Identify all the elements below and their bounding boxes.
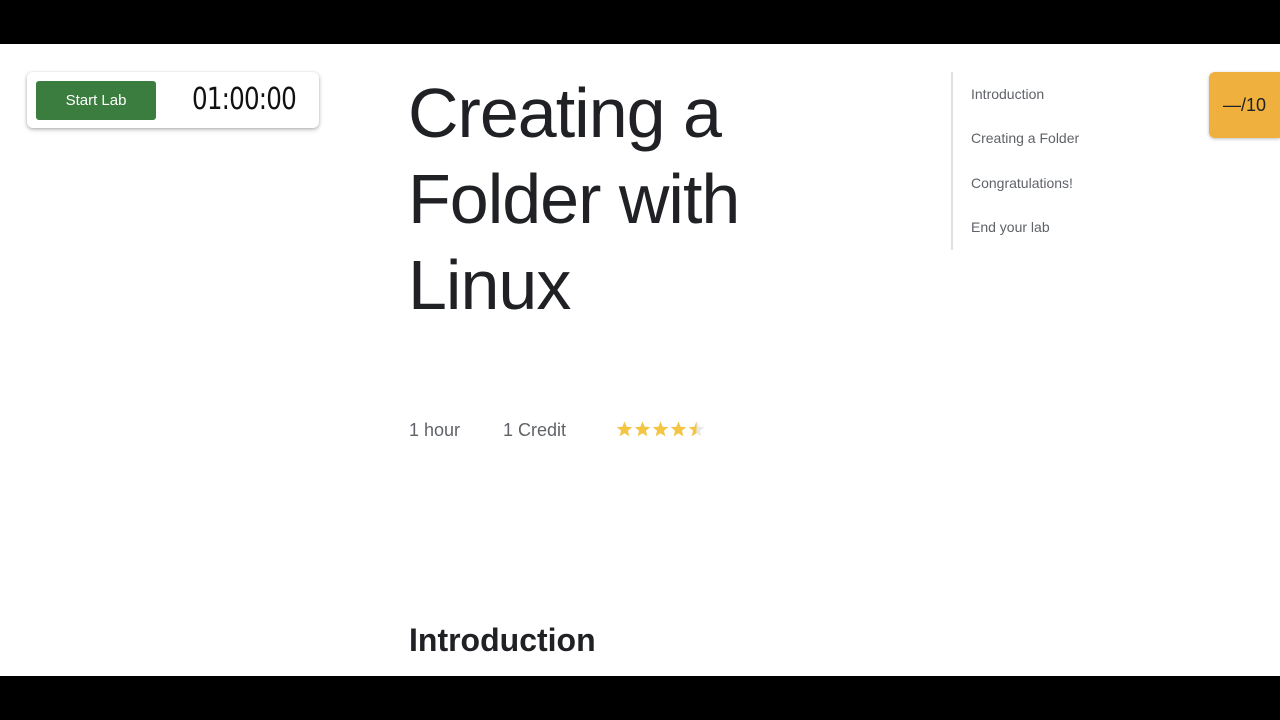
star-full-icon [652,420,669,438]
lab-rating [616,420,705,440]
letterbox-bottom [0,676,1280,720]
star-half-icon [688,420,705,438]
lab-timer: 01:00:00 [192,82,297,117]
star-full-icon [616,420,633,438]
title-line-3: Linux [408,246,571,324]
toc-item-creating-a-folder[interactable]: Creating a Folder [971,130,1079,146]
score-label: —/10 [1222,94,1267,115]
letterbox-top [0,0,1280,44]
title-line-1: Creating a [408,74,722,152]
toc-item-introduction[interactable]: Introduction [971,86,1044,102]
section-heading-introduction: Introduction [409,622,596,658]
lab-control-panel: Start Lab 01:00:00 [27,72,319,128]
toc-item-congratulations[interactable]: Congratulations! [971,175,1073,191]
page-title: Creating a Folder with Linux [408,70,828,328]
star-full-icon [634,420,651,438]
lab-credits: 1 Credit [503,420,567,440]
table-of-contents: Introduction Creating a Folder Congratul… [951,72,1153,250]
toc-item-end-your-lab[interactable]: End your lab [971,219,1050,235]
title-line-2: Folder with [408,160,740,238]
score-tab[interactable]: —/10 [1209,72,1280,138]
star-full-icon [670,420,687,438]
start-lab-button[interactable]: Start Lab [36,81,156,120]
lab-duration: 1 hour [409,420,461,440]
